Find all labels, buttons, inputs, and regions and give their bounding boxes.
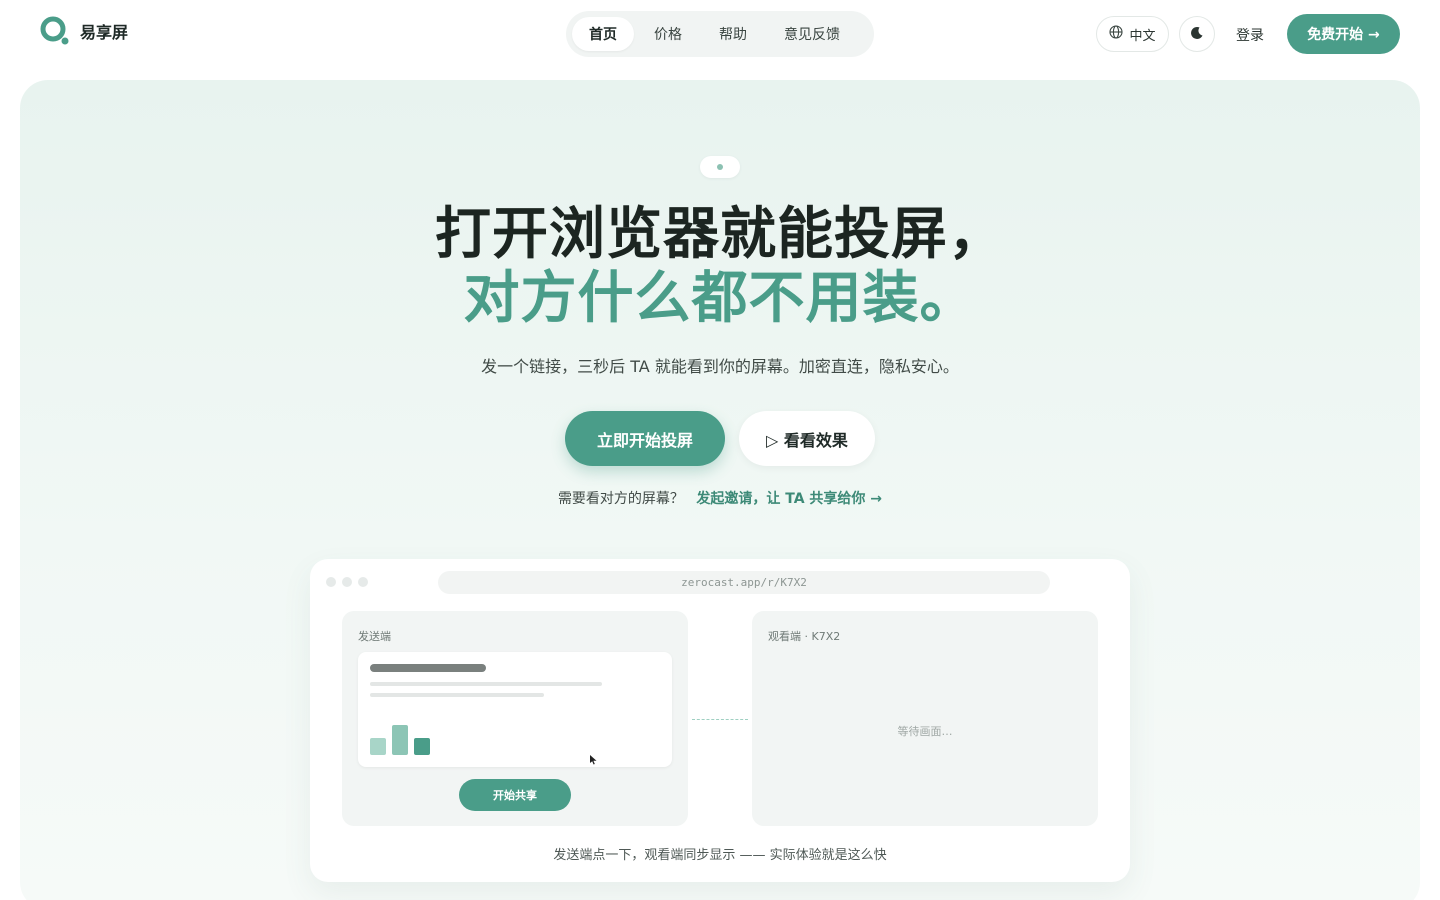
window-dot-icon [326,577,336,587]
viewer-label: 观看端 · K7X2 [768,630,841,643]
nav-item-pricing[interactable]: 价格 [637,17,699,51]
start-casting-button[interactable]: 立即开始投屏 [565,411,725,466]
see-demo-button[interactable]: ▷ 看看效果 [739,411,875,466]
brand-logo[interactable]: 易享屏 [40,16,128,46]
language-label: 中文 [1129,28,1156,44]
nav-item-help[interactable]: 帮助 [702,17,764,51]
connection-line [692,719,748,720]
window-controls [326,577,368,587]
nav-item-feedback[interactable]: 意见反馈 [767,17,857,51]
preview-title-bar [370,664,486,672]
preview-chart-bar [370,738,386,755]
preview-text-line [370,682,602,686]
invite-link[interactable]: 发起邀请，让 TA 共享给你 → [696,491,882,507]
invite-row: 需要看对方的屏幕？ 发起邀请，让 TA 共享给你 → [0,488,1440,508]
brand-name: 易享屏 [80,23,129,42]
window-dot-icon [342,577,352,587]
moon-icon [1190,25,1204,44]
preview-chart-bar [414,738,430,755]
demo-caption: 发送端点一下，观看端同步显示 —— 实际体验就是这么快 [553,848,887,863]
top-header: 易享屏 首页 价格 帮助 意见反馈 中文 登录 免费开始 → [0,0,1440,68]
waiting-text: 等待画面… [897,725,953,738]
start-share-button[interactable]: 开始共享 [459,779,571,811]
nav-item-home[interactable]: 首页 [572,17,634,51]
preview-chart-bar [392,725,408,755]
hero-title-line1: 打开浏览器就能投屏， [435,202,1005,267]
q-ring-logo-icon [40,16,70,46]
free-start-button[interactable]: 免费开始 → [1287,14,1400,54]
invite-text: 需要看对方的屏幕？ [557,491,684,507]
login-link[interactable]: 登录 [1236,25,1264,45]
language-switch-button[interactable]: 中文 [1096,16,1169,52]
sender-screen-preview [358,652,672,767]
main-nav: 首页 价格 帮助 意见反馈 [566,11,874,57]
sender-label: 发送端 [358,630,391,643]
demo-window: zerocast.app/r/K7X2 发送端 开始共享 观看端 · K7X2 … [310,559,1130,882]
hero-subtitle: 发一个链接，三秒后 TA 就能看到你的屏幕。加密直连，隐私安心。 [481,357,959,376]
theme-toggle-button[interactable] [1179,16,1215,52]
status-dot-icon [717,164,723,170]
viewer-panel: 观看端 · K7X2 等待画面… [752,611,1098,826]
globe-icon [1109,25,1124,43]
sender-panel: 发送端 开始共享 [342,611,688,826]
window-dot-icon [358,577,368,587]
demo-url-bar: zerocast.app/r/K7X2 [438,571,1050,594]
hero-title-line2: 对方什么都不用装。 [463,266,977,331]
preview-text-line [370,693,544,697]
mouse-cursor-icon [590,750,598,769]
status-pill [700,156,740,178]
